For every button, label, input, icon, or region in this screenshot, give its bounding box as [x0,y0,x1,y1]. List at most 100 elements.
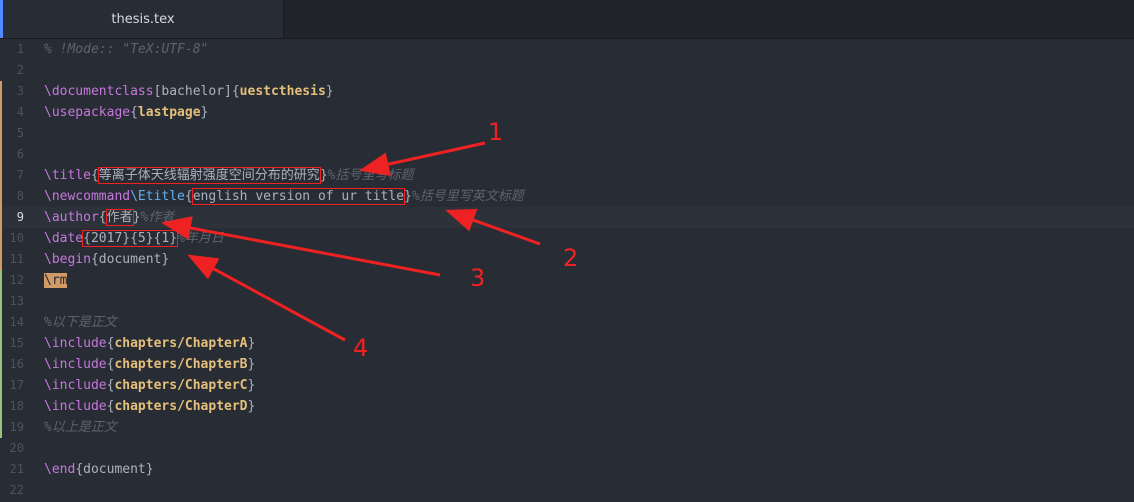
line-number-gutter: 10 [0,228,36,249]
code-token: { [130,105,138,120]
line-number-gutter: 14 [0,312,36,333]
code-token: \end [44,462,76,477]
git-change-marker [0,207,2,228]
line-number-gutter: 1 [0,39,36,60]
git-change-marker [0,354,2,375]
code-line[interactable]: 6 [0,144,1134,165]
git-change-marker [0,249,2,270]
git-change-marker [0,375,2,396]
code-line[interactable]: 16 \include{chapters/ChapterB} [0,354,1134,375]
code-line[interactable]: 4 \usepackage{lastpage} [0,102,1134,123]
line-number: 4 [16,105,24,119]
git-change-marker [0,438,2,459]
line-number-gutter: 4 [0,102,36,123]
line-number: 18 [9,399,24,413]
line-number-gutter: 13 [0,291,36,312]
code-token: \include [44,399,107,414]
code-token: uestcthesis [239,84,326,99]
code-line[interactable]: 14 %以下是正文 [0,312,1134,333]
line-number-gutter: 22 [0,480,36,501]
code-line[interactable]: 19 %以上是正文 [0,417,1134,438]
tab-bar: thesis.tex [0,0,1134,39]
line-number-gutter: 12 [0,270,36,291]
code-line[interactable]: 8 \newcommand\Etitle{english version of u… [0,186,1134,207]
code-token: } [325,84,334,99]
code-token: lastpage [137,105,201,120]
code-line[interactable]: 22 [0,480,1134,501]
line-number-gutter: 5 [0,123,36,144]
line-code: \begin{document} [44,249,169,270]
code-token: } [247,378,256,393]
code-token: \newcommand [44,189,131,204]
code-line[interactable]: 7 \title{等离子体天线辐射强度空间分布的研究}%括号里写标题 [0,165,1134,186]
code-line[interactable]: 2 [0,60,1134,81]
code-token: \include [44,336,107,351]
code-line[interactable]: 21 \end{document} [0,459,1134,480]
code-token: [bachelor]{ [153,84,240,99]
line-number-gutter: 21 [0,459,36,480]
line-code: \rm [44,270,68,291]
line-number-gutter: 16 [0,354,36,375]
line-code: \newcommand\Etitle{english version of ur… [44,186,524,207]
highlighted-token: 等离子体天线辐射强度空间分布的研究 [97,167,321,184]
highlighted-token: {2017}{5}{1} [82,230,179,247]
line-number-gutter: 9 [0,207,36,228]
code-line[interactable]: 12 \rm [0,270,1134,291]
line-code: \include{chapters/ChapterB} [44,354,255,375]
line-number: 5 [16,126,24,140]
code-line[interactable]: 18 \include{chapters/ChapterD} [0,396,1134,417]
code-line[interactable]: 15 \include{chapters/ChapterA} [0,333,1134,354]
annotation-label-3: 3 [470,264,486,292]
code-token: \usepackage [44,105,131,120]
code-line[interactable]: 17 \include{chapters/ChapterC} [0,375,1134,396]
code-token: \include [44,378,107,393]
line-number-gutter: 19 [0,417,36,438]
tab-title: thesis.tex [111,11,175,27]
git-change-marker [0,186,2,207]
code-line[interactable]: 9 \author{作者}%作者 [0,207,1134,228]
line-number-gutter: 6 [0,144,36,165]
line-number: 12 [9,273,24,287]
tab-thesis-tex[interactable]: thesis.tex [0,0,284,38]
git-change-marker [0,102,2,123]
code-line[interactable]: 3 \documentclass[bachelor]{uestcthesis} [0,81,1134,102]
git-change-marker [0,144,2,165]
line-number: 14 [9,315,24,329]
code-token: {document} [90,252,170,267]
code-token: \include [44,357,107,372]
code-token: \Etitle [130,189,185,204]
git-change-marker [0,165,2,186]
code-token: \author [44,210,99,225]
line-number-gutter: 8 [0,186,36,207]
line-number: 2 [16,63,24,77]
line-number-gutter: 15 [0,333,36,354]
code-line[interactable]: 20 [0,438,1134,459]
git-change-marker [0,312,2,333]
code-token: } [404,189,412,204]
code-line[interactable]: 13 [0,291,1134,312]
code-token: { [90,168,99,183]
code-line[interactable]: 5 [0,123,1134,144]
git-change-marker [0,39,2,60]
git-change-marker [0,291,2,312]
code-token: %括号里写标题 [327,168,414,183]
code-token: %以下是正文 [44,315,117,330]
line-number-gutter: 11 [0,249,36,270]
code-token: chapters/ChapterB [114,357,248,372]
highlighted-token: english version of ur title [191,188,406,205]
line-number: 1 [16,42,24,56]
code-line[interactable]: 1 % !Mode:: "TeX:UTF-8" [0,39,1134,60]
line-code: \usepackage{lastpage} [44,102,208,123]
git-change-marker [0,270,2,291]
code-token: % !Mode:: "TeX:UTF-8" [44,42,209,57]
line-code: \documentclass[bachelor]{uestcthesis} [44,81,334,102]
git-change-marker [0,417,2,438]
code-token: } [319,168,328,183]
git-change-marker [0,459,2,480]
code-token: chapters/ChapterC [114,378,248,393]
line-number: 15 [9,336,24,350]
code-token: chapters/ChapterA [114,336,248,351]
code-token: \rm [44,273,68,288]
code-token: { [184,189,193,204]
line-number: 16 [9,357,24,371]
